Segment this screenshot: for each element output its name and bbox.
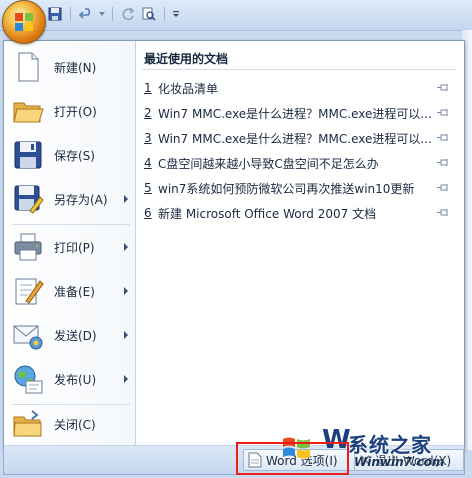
recent-title-divider (142, 69, 456, 70)
recent-document-number: 1 (144, 81, 152, 95)
office-menu-commands: 新建(N) 打开(O) 保存(S) 另存为(A) 打印(P) 准备(E) 发送(… (4, 41, 136, 445)
save-icon (48, 7, 62, 21)
save-disk-icon (14, 141, 42, 169)
submenu-arrow-icon (124, 331, 128, 339)
save-button[interactable] (46, 5, 64, 23)
print-preview-button[interactable] (140, 5, 158, 23)
menu-item-save-as[interactable]: 另存为(A) (7, 180, 132, 218)
menu-item-save[interactable]: 保存(S) (7, 136, 132, 174)
menu-item-label: 打开(O) (54, 104, 97, 119)
recent-documents-panel: 最近使用的文档 1 化妆品清单 2 Win7 MMC.exe是什么进程？MMC.… (136, 41, 462, 445)
chevron-down-icon (99, 12, 105, 16)
recent-document-name: 化妆品清单 (158, 81, 219, 96)
menu-item-open[interactable]: 打开(O) (7, 92, 132, 130)
menu-item-label: 打印(P) (54, 240, 95, 255)
pin-icon[interactable] (436, 207, 450, 219)
recent-document-name: Win7 MMC.exe是什么进程？MMC.exe进程可以... (158, 131, 432, 146)
menu-item-label: 发布(U) (54, 372, 97, 387)
recent-document-number: 5 (144, 181, 152, 195)
menu-item-label: 准备(E) (54, 284, 95, 299)
recent-document-item[interactable]: 6 新建 Microsoft Office Word 2007 文档 (144, 202, 458, 224)
qat-separator (112, 7, 113, 21)
undo-icon (79, 8, 91, 19)
repeat-button[interactable] (119, 5, 137, 23)
recent-document-name: 新建 Microsoft Office Word 2007 文档 (158, 206, 377, 221)
recent-document-item[interactable]: 1 化妆品清单 (144, 77, 458, 99)
menu-item-prepare[interactable]: 准备(E) (7, 272, 132, 310)
menu-item-new[interactable]: 新建(N) (7, 48, 132, 86)
undo-dropdown-button[interactable] (98, 5, 106, 23)
pin-icon[interactable] (436, 132, 450, 144)
menu-item-label: 另存为(A) (54, 192, 108, 207)
recent-document-item[interactable]: 5 win7系统如何预防微软公司再次推送win10更新 (144, 177, 458, 199)
recent-documents-title: 最近使用的文档 (144, 52, 229, 66)
qat-separator (164, 7, 165, 21)
quick-access-toolbar (46, 4, 181, 24)
submenu-arrow-icon (124, 243, 128, 251)
undo-button[interactable] (77, 5, 95, 23)
menu-item-close[interactable]: 关闭(C) (7, 405, 132, 443)
menu-item-label: 发送(D) (54, 328, 97, 343)
publish-globe-icon (14, 365, 43, 394)
menu-item-label: 新建(N) (54, 60, 97, 75)
chevron-down-icon (173, 11, 179, 17)
recent-document-item[interactable]: 3 Win7 MMC.exe是什么进程？MMC.exe进程可以... (144, 127, 458, 149)
save-as-icon (14, 185, 44, 214)
recent-document-name: C盘空间越来越小导致C盘空间不足怎么办 (158, 156, 379, 171)
title-bar (0, 0, 472, 31)
submenu-arrow-icon (124, 287, 128, 295)
prepare-pen-icon (15, 278, 44, 305)
menu-item-label: 关闭(C) (54, 417, 96, 432)
office-logo-icon (15, 13, 33, 31)
close-folder-icon (13, 410, 42, 437)
pin-icon[interactable] (436, 157, 450, 169)
open-folder-icon (13, 102, 44, 123)
office-button[interactable] (2, 0, 46, 44)
recent-document-number: 6 (144, 206, 152, 220)
print-preview-icon (142, 7, 156, 21)
send-envelope-icon (13, 325, 43, 350)
office-menu: 新建(N) 打开(O) 保存(S) 另存为(A) 打印(P) 准备(E) 发送(… (3, 40, 465, 450)
menu-item-publish[interactable]: 发布(U) (7, 360, 132, 398)
menu-divider (12, 224, 130, 225)
menu-item-send[interactable]: 发送(D) (7, 316, 132, 354)
menu-item-label: 保存(S) (54, 148, 95, 163)
customize-qat-button[interactable] (171, 5, 181, 23)
printer-icon (14, 233, 42, 261)
recent-document-number: 3 (144, 131, 152, 145)
recent-document-item[interactable]: 2 Win7 MMC.exe是什么进程？MMC.exe进程可以... (144, 102, 458, 124)
pin-icon[interactable] (436, 82, 450, 94)
pin-icon[interactable] (436, 182, 450, 194)
recent-document-name: win7系统如何预防微软公司再次推送win10更新 (158, 181, 415, 196)
watermark-brand: 系统之家 (348, 433, 432, 457)
submenu-arrow-icon (124, 195, 128, 203)
repeat-icon (122, 7, 135, 21)
recent-document-name: Win7 MMC.exe是什么进程？MMC.exe进程可以... (158, 106, 432, 121)
watermark-site: Winwin7.com (354, 455, 445, 469)
recent-document-item[interactable]: 4 C盘空间越来越小导致C盘空间不足怎么办 (144, 152, 458, 174)
pin-icon[interactable] (436, 107, 450, 119)
menu-item-print[interactable]: 打印(P) (7, 228, 132, 266)
recent-document-number: 2 (144, 106, 152, 120)
new-document-icon (18, 52, 39, 82)
submenu-arrow-icon (124, 375, 128, 383)
recent-document-number: 4 (144, 156, 152, 170)
qat-separator (70, 7, 71, 21)
highlight-box (236, 442, 349, 475)
